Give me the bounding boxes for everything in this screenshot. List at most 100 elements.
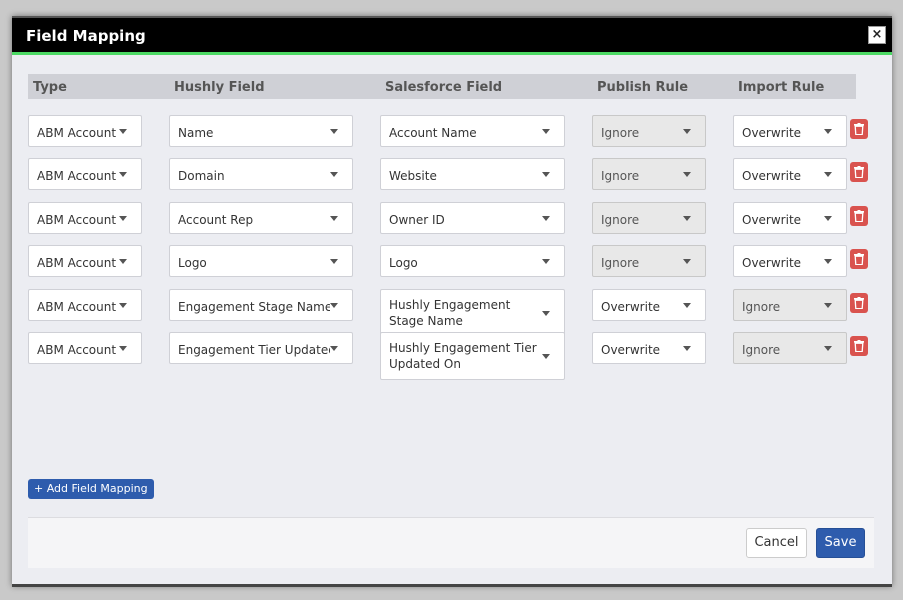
header-accent-line — [12, 52, 892, 55]
hushly-field-select[interactable]: Domain — [169, 158, 353, 190]
add-field-mapping-button[interactable]: + Add Field Mapping — [28, 479, 154, 499]
salesforce-field-select-value: Hushly Engagement Tier Updated On — [389, 341, 537, 371]
caret-down-icon — [542, 216, 550, 221]
caret-down-icon — [119, 303, 127, 308]
import-rule-select[interactable]: Overwrite — [733, 245, 847, 277]
import-rule-select[interactable]: Ignore — [733, 289, 847, 321]
trash-glyph — [854, 253, 864, 265]
salesforce-field-select-value: Account Name — [389, 126, 477, 140]
cancel-button[interactable]: Cancel — [746, 528, 807, 558]
caret-down-icon — [542, 311, 550, 316]
salesforce-field-select[interactable]: Owner ID — [380, 202, 565, 234]
caret-down-icon — [330, 129, 338, 134]
import-rule-select-value: Ignore — [742, 300, 781, 314]
caret-down-icon — [330, 259, 338, 264]
column-header-salesforce-field: Salesforce Field — [385, 80, 503, 95]
import-rule-select-value: Overwrite — [742, 256, 802, 270]
caret-down-icon — [824, 259, 832, 264]
import-rule-select[interactable]: Ignore — [733, 332, 847, 364]
modal-title: Field Mapping — [26, 27, 146, 45]
close-icon[interactable]: × — [868, 26, 886, 44]
caret-down-icon — [542, 259, 550, 264]
trash-icon[interactable] — [850, 293, 868, 313]
salesforce-field-select[interactable]: Account Name — [380, 115, 565, 147]
publish-rule-select[interactable]: Overwrite — [592, 332, 706, 364]
publish-rule-select[interactable]: Ignore — [592, 202, 706, 234]
field-mapping-modal: Field Mapping × Type Hushly Field Salesf… — [12, 16, 892, 587]
publish-rule-select-value: Ignore — [601, 213, 640, 227]
caret-down-icon — [330, 172, 338, 177]
publish-rule-select-value: Overwrite — [601, 343, 661, 357]
trash-glyph — [854, 123, 864, 135]
salesforce-field-select-value: Owner ID — [389, 213, 445, 227]
salesforce-field-select[interactable]: Hushly Engagement Stage Name — [380, 289, 565, 337]
table-row: ABM Account Engagement Tier Updated On Hus… — [28, 332, 888, 380]
caret-down-icon — [683, 303, 691, 308]
hushly-field-select[interactable]: Logo — [169, 245, 353, 277]
caret-down-icon — [683, 259, 691, 264]
type-select-value: ABM Account — [37, 169, 117, 183]
hushly-field-select-value: Account Rep — [178, 213, 254, 227]
type-select[interactable]: ABM Account — [28, 115, 142, 147]
trash-glyph — [854, 166, 864, 178]
caret-down-icon — [119, 129, 127, 134]
table-row: ABM Account Account Rep Owner ID Ignore Over… — [28, 202, 888, 246]
publish-rule-select-value: Ignore — [601, 256, 640, 270]
type-select[interactable]: ABM Account — [28, 332, 142, 364]
type-select-value: ABM Account — [37, 256, 117, 270]
type-select[interactable]: ABM Account — [28, 158, 142, 190]
salesforce-field-select-value: Hushly Engagement Stage Name — [389, 298, 511, 328]
table-row: ABM Account Domain Website Ignore Overwrite — [28, 158, 888, 202]
publish-rule-select[interactable]: Ignore — [592, 245, 706, 277]
hushly-field-select-value: Engagement Tier Updated On — [178, 343, 330, 357]
salesforce-field-select[interactable]: Website — [380, 158, 565, 190]
table-header: Type Hushly Field Salesforce Field Publi… — [28, 74, 856, 99]
save-button[interactable]: Save — [816, 528, 865, 558]
caret-down-icon — [683, 129, 691, 134]
caret-down-icon — [683, 216, 691, 221]
type-select-value: ABM Account — [37, 343, 117, 357]
publish-rule-select[interactable]: Overwrite — [592, 289, 706, 321]
caret-down-icon — [824, 303, 832, 308]
import-rule-select-value: Overwrite — [742, 169, 802, 183]
caret-down-icon — [542, 129, 550, 134]
hushly-field-select-value: Engagement Stage Name — [178, 300, 330, 314]
table-row: ABM Account Logo Logo Ignore Overwrite — [28, 245, 888, 289]
trash-icon[interactable] — [850, 206, 868, 226]
import-rule-select[interactable]: Overwrite — [733, 115, 847, 147]
modal-header: Field Mapping × — [12, 16, 892, 52]
import-rule-select[interactable]: Overwrite — [733, 202, 847, 234]
table-row: ABM Account Name Account Name Ignore Overwri… — [28, 115, 888, 159]
import-rule-select[interactable]: Overwrite — [733, 158, 847, 190]
modal-footer: Cancel Save — [28, 517, 874, 568]
trash-icon[interactable] — [850, 249, 868, 269]
trash-icon[interactable] — [850, 336, 868, 356]
publish-rule-select[interactable]: Ignore — [592, 158, 706, 190]
publish-rule-select[interactable]: Ignore — [592, 115, 706, 147]
publish-rule-select-value: Ignore — [601, 126, 640, 140]
trash-glyph — [854, 210, 864, 222]
caret-down-icon — [683, 172, 691, 177]
hushly-field-select[interactable]: Engagement Stage Name — [169, 289, 353, 321]
trash-icon[interactable] — [850, 119, 868, 139]
column-header-type: Type — [33, 80, 67, 95]
hushly-field-select[interactable]: Name — [169, 115, 353, 147]
import-rule-select-value: Overwrite — [742, 213, 802, 227]
salesforce-field-select-value: Website — [389, 169, 437, 183]
modal-bottom-border — [12, 584, 892, 587]
caret-down-icon — [330, 346, 338, 351]
publish-rule-select-value: Overwrite — [601, 300, 661, 314]
hushly-field-select[interactable]: Engagement Tier Updated On — [169, 332, 353, 364]
column-header-hushly-field: Hushly Field — [174, 80, 265, 95]
salesforce-field-select[interactable]: Hushly Engagement Tier Updated On — [380, 332, 565, 380]
hushly-field-select[interactable]: Account Rep — [169, 202, 353, 234]
trash-icon[interactable] — [850, 162, 868, 182]
caret-down-icon — [683, 346, 691, 351]
type-select[interactable]: ABM Account — [28, 289, 142, 321]
type-select-value: ABM Account — [37, 213, 117, 227]
caret-down-icon — [824, 172, 832, 177]
type-select[interactable]: ABM Account — [28, 202, 142, 234]
type-select[interactable]: ABM Account — [28, 245, 142, 277]
caret-down-icon — [824, 216, 832, 221]
salesforce-field-select[interactable]: Logo — [380, 245, 565, 277]
